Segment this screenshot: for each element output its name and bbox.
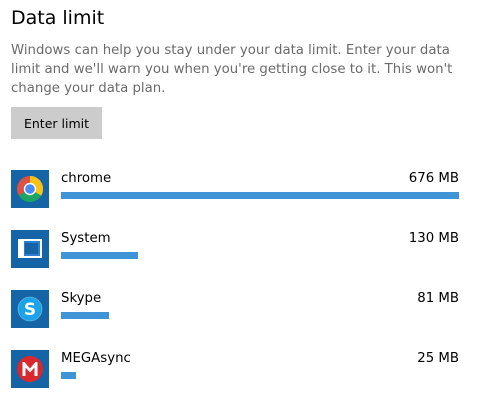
section-description: Windows can help you stay under your dat… [11, 43, 453, 96]
system-icon [11, 230, 49, 268]
app-name: System [61, 231, 111, 246]
app-usage-value: 130 MB [408, 231, 459, 246]
app-usage-value: 81 MB [417, 291, 459, 306]
app-usage-value: 676 MB [408, 171, 459, 186]
app-name: chrome [61, 171, 112, 186]
usage-bar [61, 372, 76, 379]
usage-bar [61, 252, 138, 259]
section-title: Data limit [11, 7, 105, 29]
enter-limit-button[interactable]: Enter limit [11, 107, 102, 139]
app-name: MEGAsync [61, 351, 131, 366]
usage-bar [61, 192, 459, 199]
app-usage-row-skype[interactable]: S Skype 81 MB [11, 290, 459, 330]
app-usage-value: 25 MB [417, 351, 459, 366]
app-name: Skype [61, 291, 102, 306]
app-usage-row-chrome[interactable]: chrome 676 MB [11, 170, 459, 210]
svg-text:S: S [24, 300, 36, 320]
app-usage-row-megasync[interactable]: MEGAsync 25 MB [11, 350, 459, 390]
chrome-icon [11, 170, 49, 208]
megasync-icon [11, 350, 49, 388]
usage-bar [61, 312, 109, 319]
app-usage-row-system[interactable]: System 130 MB [11, 230, 459, 270]
skype-icon: S [11, 290, 49, 328]
